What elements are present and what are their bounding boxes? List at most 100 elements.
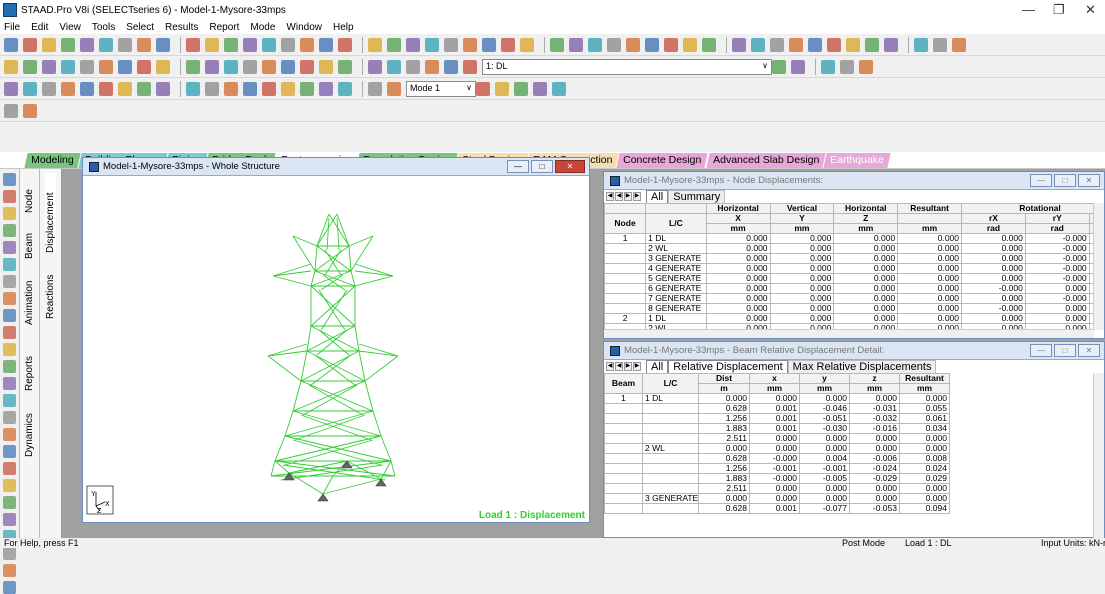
header-dist[interactable]: Dist [698,373,750,384]
tool-icon[interactable] [3,564,16,577]
tab-modeling[interactable]: Modeling [24,153,81,168]
vtab-reports[interactable]: Reports [24,331,35,391]
toolbar-button-icon[interactable] [588,37,602,52]
toolbar-button-icon[interactable] [23,81,37,96]
tab-all[interactable]: All [646,190,669,203]
toolbar-button-icon[interactable] [319,37,333,52]
tool-icon[interactable] [3,309,16,322]
header-node[interactable]: Node [604,213,647,234]
toolbar-button-icon[interactable] [80,81,94,96]
menu-tools[interactable]: Tools [92,22,115,33]
first-tab-icon[interactable]: ◀ [606,192,614,201]
toolbar-button-icon[interactable] [224,81,238,96]
toolbar-button-icon[interactable] [702,37,716,52]
tool-icon[interactable] [3,496,16,509]
toolbar-button-icon[interactable] [501,37,515,52]
toolbar-button-icon[interactable] [42,81,56,96]
toolbar-button-icon[interactable] [281,37,295,52]
beam-displacement-window[interactable]: Model-1-Mysore-33mps - Beam Relative Dis… [603,341,1105,538]
toolbar-button-icon[interactable] [607,37,621,52]
menu-view[interactable]: View [59,22,81,33]
toolbar-button-icon[interactable] [338,37,352,52]
last-tab-icon[interactable]: ▶ [633,362,641,371]
toolbar-button-icon[interactable] [406,37,420,52]
header-lc[interactable]: L/C [642,373,699,394]
toolbar-button-icon[interactable] [732,37,746,52]
toolbar-button-icon[interactable] [808,37,822,52]
toolbar-button-icon[interactable] [463,59,477,74]
toolbar-button-icon[interactable] [61,81,75,96]
header-x[interactable]: x [749,373,800,384]
tab-advanced-slab-design[interactable]: Advanced Slab Design [705,153,826,168]
toolbar-button-icon[interactable] [80,59,94,74]
tool-icon[interactable] [3,173,16,186]
last-tab-icon[interactable]: ▶ [633,192,641,201]
tool-icon[interactable] [3,479,16,492]
table-row[interactable]: 1.256 0.001 -0.051 -0.032 0.061 [604,413,950,424]
header-z[interactable]: z [849,373,900,384]
node-vertical-scrollbar[interactable] [1093,203,1104,330]
toolbar-button-icon[interactable] [243,37,257,52]
toolbar-button-icon[interactable] [23,59,37,74]
header-rx[interactable]: rX [961,213,1026,224]
toolbar-button-icon[interactable] [425,37,439,52]
toolbar-button-icon[interactable] [319,81,333,96]
table-row[interactable]: 21 DL0.0000.0000.0000.0000.0000.0000.00( [604,313,1094,324]
tool-icon[interactable] [3,292,16,305]
toolbar-button-icon[interactable] [533,81,547,96]
toolbar-button-icon[interactable] [300,59,314,74]
toolbar-button-icon[interactable] [751,37,765,52]
tool-icon[interactable] [3,224,16,237]
restore-icon[interactable]: ❐ [1053,2,1065,18]
toolbar-button-icon[interactable] [514,81,528,96]
toolbar-button-icon[interactable] [281,59,295,74]
table-row[interactable]: 2.511 0.000 0.000 0.000 0.000 [604,483,950,494]
toolbar-button-icon[interactable] [914,37,928,52]
toolbar-button-icon[interactable] [281,81,295,96]
toolbar-button-icon[interactable] [865,37,879,52]
header-lc[interactable]: L/C [645,213,707,234]
minimize-button[interactable]: — [507,160,529,173]
toolbar-button-icon[interactable] [338,81,352,96]
table-row[interactable]: 1.256 -0.001 -0.001 -0.024 0.024 [604,463,950,474]
toolbar-button-icon[interactable] [338,59,352,74]
table-row[interactable]: 0.628 -0.000 0.004 -0.006 0.008 [604,453,950,464]
first-tab-icon[interactable]: ◀ [606,362,614,371]
toolbar-button-icon[interactable] [224,59,238,74]
toolbar-button-icon[interactable] [444,37,458,52]
toolbar-button-icon[interactable] [300,81,314,96]
table-row[interactable]: 3 GENERATE 0.000 0.000 0.000 0.000 0.000 -0.00… [604,253,1094,264]
toolbar-button-icon[interactable] [683,37,697,52]
structure-window-titlebar[interactable]: Model-1-Mysore-33mps - Whole Structure —… [83,158,589,176]
prev-tab-icon[interactable]: ◀ [615,192,623,201]
minimize-button[interactable]: — [1030,174,1052,187]
tool-icon[interactable] [3,207,16,220]
next-tab-icon[interactable]: ▶ [624,362,632,371]
toolbar-button-icon[interactable] [4,37,18,52]
table-row[interactable]: 11 DL 0.000 0.000 0.000 0.000 0.000 [604,393,950,404]
header-z[interactable]: Z [833,213,899,224]
maximize-button[interactable]: □ [531,160,553,173]
toolbar-button-icon[interactable] [4,103,18,118]
vtab-dynamics[interactable]: Dynamics [24,397,35,457]
tool-icon[interactable] [3,258,16,271]
structure-viewport[interactable]: Y X Z Load 1 : Displacement [83,176,589,522]
tool-icon[interactable] [3,190,16,203]
toolbar-button-icon[interactable] [118,81,132,96]
vtab-reactions[interactable]: Reactions [45,259,56,319]
minimize-icon[interactable]: — [1022,2,1035,17]
toolbar-button-icon[interactable] [137,59,151,74]
toolbar-button-icon[interactable] [156,37,170,52]
tab-all[interactable]: All [646,360,669,373]
toolbar-button-icon[interactable] [4,59,18,74]
vtab-animation[interactable]: Animation [24,265,35,325]
toolbar-button-icon[interactable] [482,37,496,52]
toolbar-button-icon[interactable] [118,59,132,74]
toolbar-button-icon[interactable] [262,59,276,74]
toolbar-button-icon[interactable] [23,37,37,52]
toolbar-button-icon[interactable] [319,59,333,74]
table-row[interactable]: 6 GENERATE 0.000 0.000 0.000 0.000 -0.000 0.00… [604,283,1094,294]
toolbar-button-icon[interactable] [846,37,860,52]
table-row[interactable]: 3 GENERATE 0.000 0.000 0.000 0.000 0.000 [604,493,950,504]
toolbar-button-icon[interactable] [156,59,170,74]
